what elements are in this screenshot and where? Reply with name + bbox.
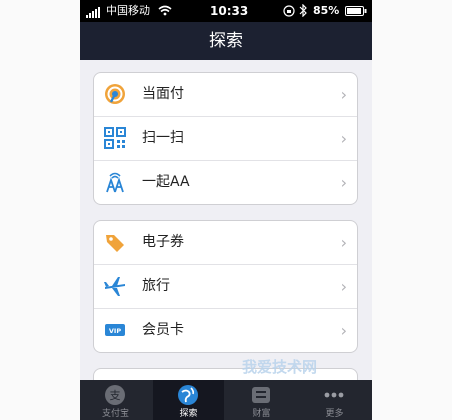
chevron-right-icon: › bbox=[340, 321, 347, 340]
battery-icon bbox=[345, 6, 367, 16]
watermark: 我爱技术网 bbox=[242, 358, 318, 376]
page-title: 探索 bbox=[209, 31, 243, 51]
explore-group-2: 电子券 › 旅行 › VIP 会员卡 › bbox=[93, 220, 358, 353]
list-item-label: 会员卡 bbox=[142, 322, 184, 338]
list-item-face-pay[interactable]: 当面付 › bbox=[94, 73, 357, 116]
chevron-right-icon: › bbox=[340, 173, 347, 192]
svg-text:VIP: VIP bbox=[109, 327, 121, 335]
tab-more[interactable]: 更多 bbox=[299, 380, 370, 420]
list-item-scan[interactable]: 扫一扫 › bbox=[94, 116, 357, 160]
clock-time: 10:33 bbox=[210, 4, 249, 18]
list-item-label: 旅行 bbox=[142, 278, 170, 294]
nav-bar: 探索 bbox=[80, 22, 372, 60]
chevron-right-icon: › bbox=[340, 129, 347, 148]
list-item-label: 扫一扫 bbox=[142, 130, 184, 146]
aa-tower-icon bbox=[106, 172, 124, 193]
tab-label: 支付宝 bbox=[101, 409, 129, 419]
wealth-icon bbox=[252, 387, 270, 403]
list-item-aa[interactable]: 一起AA › bbox=[94, 160, 357, 204]
tab-label: 更多 bbox=[325, 409, 344, 419]
qr-code-icon bbox=[104, 127, 126, 149]
chevron-right-icon: › bbox=[340, 277, 347, 296]
signal-bars-icon bbox=[86, 4, 101, 18]
left-margin bbox=[0, 0, 80, 420]
list-item-label: 当面付 bbox=[142, 86, 184, 102]
list-item-label: 电子券 bbox=[142, 234, 184, 250]
phone-screen: 中国移动 10:33 85% 探索 当面付 › 扫一扫 › 一起AA › 电子券… bbox=[80, 0, 372, 420]
carrier-label: 中国移动 bbox=[106, 4, 150, 17]
chevron-right-icon: › bbox=[340, 233, 347, 252]
status-bar: 中国移动 10:33 85% bbox=[80, 0, 372, 22]
battery-percent: 85% bbox=[313, 4, 340, 17]
tab-bar: 支 支付宝 探索 财富 更多 bbox=[80, 380, 372, 420]
tab-explore[interactable]: 探索 bbox=[153, 380, 224, 420]
tab-wealth[interactable]: 财富 bbox=[226, 380, 297, 420]
wifi-icon bbox=[158, 5, 172, 16]
airplane-icon bbox=[104, 277, 125, 296]
list-item-member-card[interactable]: VIP 会员卡 › bbox=[94, 308, 357, 352]
vip-card-icon: VIP bbox=[105, 324, 125, 336]
list-item-coupon[interactable]: 电子券 › bbox=[94, 221, 357, 264]
more-icon bbox=[324, 392, 344, 398]
alipay-icon: 支 bbox=[105, 385, 125, 405]
chevron-right-icon: › bbox=[340, 85, 347, 104]
orientation-lock-icon bbox=[283, 5, 295, 17]
bluetooth-icon bbox=[299, 4, 307, 17]
orange-signal-icon bbox=[105, 84, 125, 104]
coupon-tag-icon bbox=[106, 235, 124, 252]
list-item-travel[interactable]: 旅行 › bbox=[94, 264, 357, 308]
list-item-label: 一起AA bbox=[142, 174, 190, 190]
explore-globe-icon bbox=[178, 385, 198, 405]
right-margin bbox=[372, 0, 452, 420]
svg-text:支: 支 bbox=[110, 389, 121, 402]
tab-label: 探索 bbox=[179, 409, 198, 419]
explore-group-1: 当面付 › 扫一扫 › 一起AA › bbox=[93, 72, 358, 205]
tab-label: 财富 bbox=[252, 409, 271, 419]
tab-alipay[interactable]: 支 支付宝 bbox=[80, 380, 151, 420]
